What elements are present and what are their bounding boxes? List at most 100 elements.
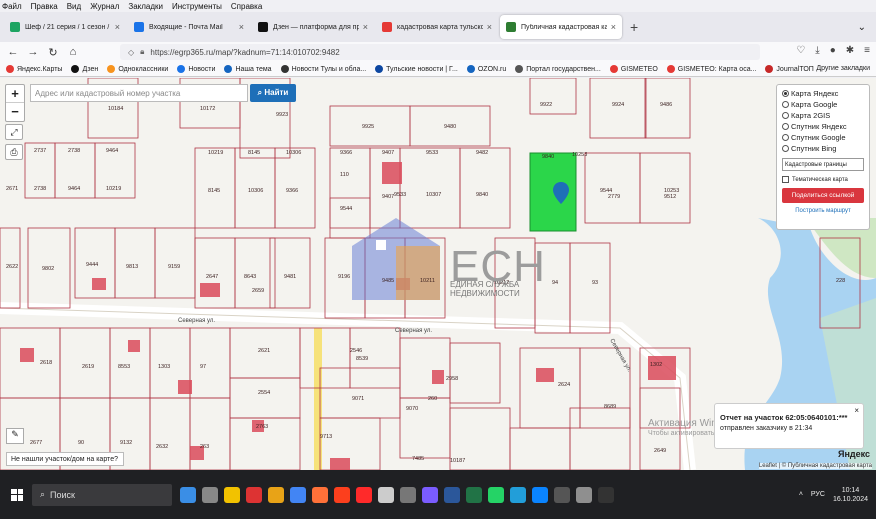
parcel-outline[interactable]: [329, 147, 371, 229]
parcel-number[interactable]: 2737: [34, 148, 46, 154]
close-icon[interactable]: ×: [487, 22, 492, 32]
parcel-number[interactable]: 10219: [106, 186, 121, 192]
windows-start-icon[interactable]: [6, 484, 28, 506]
print-icon[interactable]: ⎙: [5, 144, 23, 160]
taskbar-app-icon[interactable]: [466, 486, 482, 503]
boundary-select[interactable]: Кадастровые границы: [782, 158, 864, 171]
tray-up-icon[interactable]: ˄: [799, 491, 803, 498]
parcel-number[interactable]: 2621: [258, 348, 270, 354]
parcel-number[interactable]: 9407: [382, 150, 394, 156]
parcel-number[interactable]: 9533: [394, 192, 406, 198]
route-link[interactable]: Построить маршрут: [782, 208, 864, 214]
radio-icon[interactable]: [782, 90, 789, 97]
parcel-number[interactable]: 8145: [208, 188, 220, 194]
parcel-number[interactable]: 2738: [68, 148, 80, 154]
close-icon[interactable]: ×: [115, 22, 120, 32]
taskbar-app-icon[interactable]: [576, 486, 592, 503]
parcel-number[interactable]: 9482: [476, 150, 488, 156]
pocket-icon[interactable]: ♡: [796, 45, 805, 56]
layer-option-3[interactable]: Спутник Яндекс: [782, 121, 864, 132]
bookmark-10[interactable]: GISMETEO: Карта оса...: [666, 65, 756, 73]
taskbar-app-icon[interactable]: [400, 486, 416, 503]
parcel-number[interactable]: 1303: [158, 364, 170, 370]
parcel-number[interactable]: 9070: [406, 406, 418, 412]
parcel-number[interactable]: 9407: [382, 194, 394, 200]
parcel-number[interactable]: 9464: [106, 148, 118, 154]
clock[interactable]: 10:14 16.10.2024: [833, 486, 868, 504]
thematic-checkbox[interactable]: Тематическая карта: [782, 176, 864, 183]
tab-3[interactable]: кадастровая карта тульской о ×: [376, 15, 498, 39]
taskbar-app-icon[interactable]: [268, 486, 284, 503]
taskbar-app-icon[interactable]: [334, 486, 350, 503]
menu-item-5[interactable]: Инструменты: [172, 2, 222, 11]
layer-option-1[interactable]: Карта Google: [782, 99, 864, 110]
parcel-number[interactable]: 1302: [650, 362, 662, 368]
tab-1[interactable]: Входящие - Почта Mail ×: [128, 15, 250, 39]
map-attribution[interactable]: Leaflet | © Публичная кадастровая карта: [758, 463, 872, 469]
parcel-number[interactable]: 94: [552, 280, 558, 286]
parcel-number[interactable]: 2619: [82, 364, 94, 370]
parcel-number[interactable]: 2958: [446, 376, 458, 382]
parcel-outline[interactable]: [154, 227, 196, 299]
parcel-number[interactable]: 9924: [612, 102, 624, 108]
parcel-number[interactable]: 10211: [420, 278, 435, 284]
cadastral-map[interactable]: 10184 10172 9923 9925 9480 9922 9924 9486 10253 2…: [0, 78, 876, 470]
taskbar-search[interactable]: ⌕ Поиск: [32, 483, 172, 506]
taskbar-app-icon[interactable]: [290, 486, 306, 503]
bookmark-3[interactable]: Новости: [177, 65, 215, 73]
parcel-outline[interactable]: [569, 242, 611, 334]
zoom-out-button[interactable]: −: [6, 103, 24, 121]
parcel-number[interactable]: 2546: [350, 348, 362, 354]
parcel-number[interactable]: 10219: [208, 150, 223, 156]
radio-icon[interactable]: [782, 134, 789, 141]
parcel-outline[interactable]: [234, 237, 276, 309]
parcel-outline[interactable]: [369, 147, 401, 229]
taskbar-app-icon[interactable]: [554, 486, 570, 503]
checkbox-icon[interactable]: [782, 176, 789, 183]
parcel-number[interactable]: 263: [200, 444, 209, 450]
parcel-outline[interactable]: [59, 327, 111, 399]
parcel-number[interactable]: 8145: [248, 150, 260, 156]
parcel-number[interactable]: 9366: [340, 150, 352, 156]
close-icon[interactable]: ×: [239, 22, 244, 32]
taskbar-app-icon[interactable]: [422, 486, 438, 503]
close-icon[interactable]: ×: [363, 22, 368, 32]
parcel-outline[interactable]: [149, 397, 191, 470]
parcel-outline[interactable]: [589, 78, 647, 139]
chevron-down-icon[interactable]: ⌄: [858, 22, 866, 33]
parcel-outline[interactable]: [319, 367, 401, 419]
parcel-number[interactable]: 10307: [426, 192, 441, 198]
lang-indicator[interactable]: РУС: [811, 491, 825, 498]
parcel-number[interactable]: 10253: [572, 152, 587, 158]
parcel-number[interactable]: 2659: [252, 288, 264, 294]
menu-item-1[interactable]: Правка: [31, 2, 58, 11]
menu-item-0[interactable]: Файл: [2, 2, 22, 11]
parcel-outline[interactable]: [459, 147, 511, 229]
bookmark-5[interactable]: Новости Тулы и обла...: [280, 65, 366, 73]
parcel-outline[interactable]: [229, 377, 301, 419]
taskbar-app-icon[interactable]: [202, 486, 218, 503]
parcel-number[interactable]: 9533: [426, 150, 438, 156]
download-icon[interactable]: ⤓: [815, 45, 819, 56]
parcel-number[interactable]: 9071: [352, 396, 364, 402]
menu-item-6[interactable]: Справка: [231, 2, 262, 11]
not-found-button[interactable]: Не нашли участок/дом на карте?: [6, 452, 124, 466]
parcel-outline[interactable]: [189, 327, 231, 399]
parcel-outline[interactable]: [399, 147, 461, 229]
menu-item-4[interactable]: Закладки: [128, 2, 163, 11]
parcel-number[interactable]: 2763: [256, 424, 268, 430]
taskbar-app-icon[interactable]: [312, 486, 328, 503]
parcel-number[interactable]: 9840: [542, 154, 554, 160]
close-icon[interactable]: ×: [611, 22, 616, 32]
parcel-outline[interactable]: [399, 337, 451, 399]
new-tab-button[interactable]: +: [630, 19, 638, 35]
parcel-outline[interactable]: [529, 78, 577, 115]
parcel-number[interactable]: 2779: [608, 194, 620, 200]
back-arrow-icon[interactable]: ←: [6, 46, 20, 58]
taskbar-app-icon[interactable]: [378, 486, 394, 503]
parcel-outline[interactable]: [269, 237, 311, 309]
parcel-number[interactable]: 90: [78, 440, 84, 446]
extension-icon[interactable]: ✱: [846, 45, 854, 56]
parcel-number[interactable]: 9925: [362, 124, 374, 130]
parcel-number[interactable]: 9922: [540, 102, 552, 108]
